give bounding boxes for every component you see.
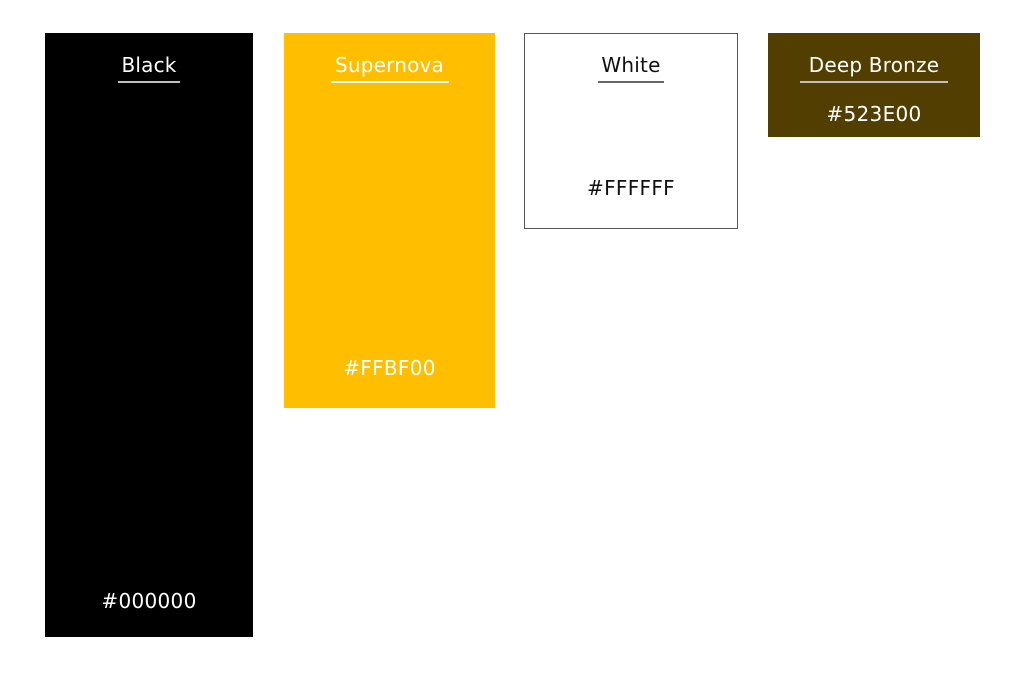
swatch-name-underline <box>330 81 449 83</box>
swatch-supernova: Supernova #FFBF00 <box>284 33 495 408</box>
swatch-hex-code: #000000 <box>101 589 197 613</box>
swatch-name: White <box>601 53 661 77</box>
swatch-name: Supernova <box>334 53 445 77</box>
swatch-name: Black <box>121 53 177 77</box>
swatch-deep-bronze: Deep Bronze #523E00 <box>768 33 980 137</box>
swatch-hex-code: #FFBF00 <box>343 356 436 380</box>
swatch-hex-code: #FFFFFF <box>587 176 675 200</box>
swatch-name-underline <box>800 81 948 83</box>
swatch-name-underline <box>598 81 664 83</box>
swatch-hex-code: #523E00 <box>826 102 922 126</box>
swatch-name-underline <box>118 81 180 83</box>
swatch-black: Black #000000 <box>45 33 253 637</box>
swatch-white: White #FFFFFF <box>524 33 738 229</box>
swatch-name: Deep Bronze <box>808 53 940 77</box>
